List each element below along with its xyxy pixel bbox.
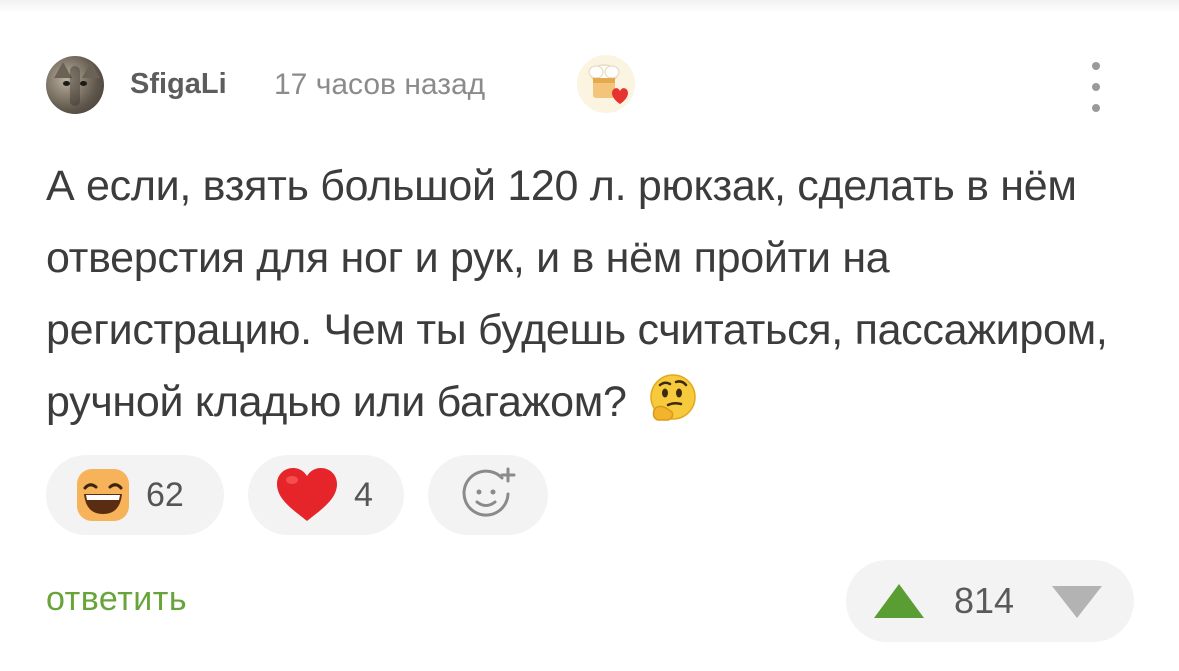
laughing-face-emoji xyxy=(77,469,129,521)
rating-widget: 814 xyxy=(846,560,1134,642)
comment-timestamp: 17 часов назад xyxy=(274,68,486,101)
avatar[interactable] xyxy=(46,56,104,114)
triangle-down-icon[interactable] xyxy=(1052,586,1102,618)
thinking-face-emoji xyxy=(650,374,697,421)
rating-value: 814 xyxy=(954,580,1015,621)
comment-body: А если, взять большой 120 л. рюкзак, сде… xyxy=(46,150,1141,438)
more-options-button[interactable] xyxy=(1082,62,1110,112)
reaction-count: 4 xyxy=(354,475,373,514)
chef-heart-badge-icon[interactable] xyxy=(576,54,636,114)
reply-link[interactable]: ответить xyxy=(46,580,187,619)
add-reaction-button[interactable] xyxy=(428,455,548,535)
red-heart-emoji xyxy=(277,468,337,521)
more-vertical-icon xyxy=(1092,62,1100,70)
comment-text: А если, взять большой 120 л. рюкзак, сде… xyxy=(46,162,1108,426)
comment-header: SfigaLi 17 часов назад xyxy=(46,54,1136,118)
reaction-count: 62 xyxy=(146,475,184,514)
triangle-up-icon[interactable] xyxy=(874,584,924,618)
top-divider xyxy=(0,0,1179,14)
reaction-laugh[interactable]: 62 xyxy=(46,455,224,535)
reaction-heart[interactable]: 4 xyxy=(248,455,404,535)
author-name[interactable]: SfigaLi xyxy=(130,68,227,101)
add-reaction-icon xyxy=(462,467,516,517)
